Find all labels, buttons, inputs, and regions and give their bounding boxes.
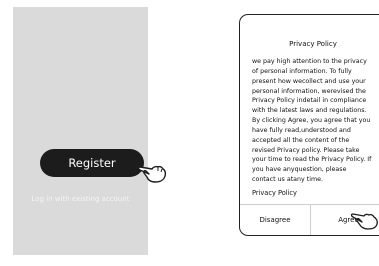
policy-line: revised Privacy policy. Please take bbox=[252, 146, 360, 154]
pointing-hand-icon bbox=[351, 213, 378, 230]
pointing-hand-icon bbox=[138, 165, 167, 183]
welcome-screen: Register Log in with existing account bbox=[13, 7, 148, 255]
policy-line: we pay high attention to the privacy bbox=[252, 58, 367, 65]
policy-line: By clicking Agree, you agree that you bbox=[252, 117, 371, 125]
login-existing-account-link[interactable]: Log in with existing account bbox=[13, 195, 148, 203]
policy-line: of personal information. To fully bbox=[252, 67, 352, 75]
policy-line: you have anyquestion, please bbox=[252, 166, 347, 174]
policy-line: have fully read,understood and bbox=[252, 126, 351, 134]
policy-line: contact us atany time. bbox=[252, 176, 323, 184]
register-button[interactable]: Register bbox=[40, 149, 144, 177]
policy-line: with the latest laws and regulations. bbox=[252, 107, 367, 115]
privacy-policy-link[interactable]: Privacy Policy bbox=[252, 189, 297, 197]
policy-line: personal information, werevised the bbox=[252, 87, 366, 95]
policy-line: Privacy Policy indetail in compliance bbox=[252, 97, 367, 105]
policy-line: present how wecollect and use your bbox=[252, 77, 366, 85]
policy-line: your time to read the Privacy Policy. If bbox=[252, 156, 372, 164]
disagree-button[interactable]: Disagree bbox=[240, 205, 310, 235]
dialog-title: Privacy Policy bbox=[289, 40, 337, 48]
policy-text: we pay high attention to the privacy of … bbox=[252, 57, 379, 185]
privacy-policy-dialog: Privacy Policy we pay high attention to … bbox=[239, 14, 379, 236]
policy-line: accepted all the content of the bbox=[252, 136, 350, 144]
